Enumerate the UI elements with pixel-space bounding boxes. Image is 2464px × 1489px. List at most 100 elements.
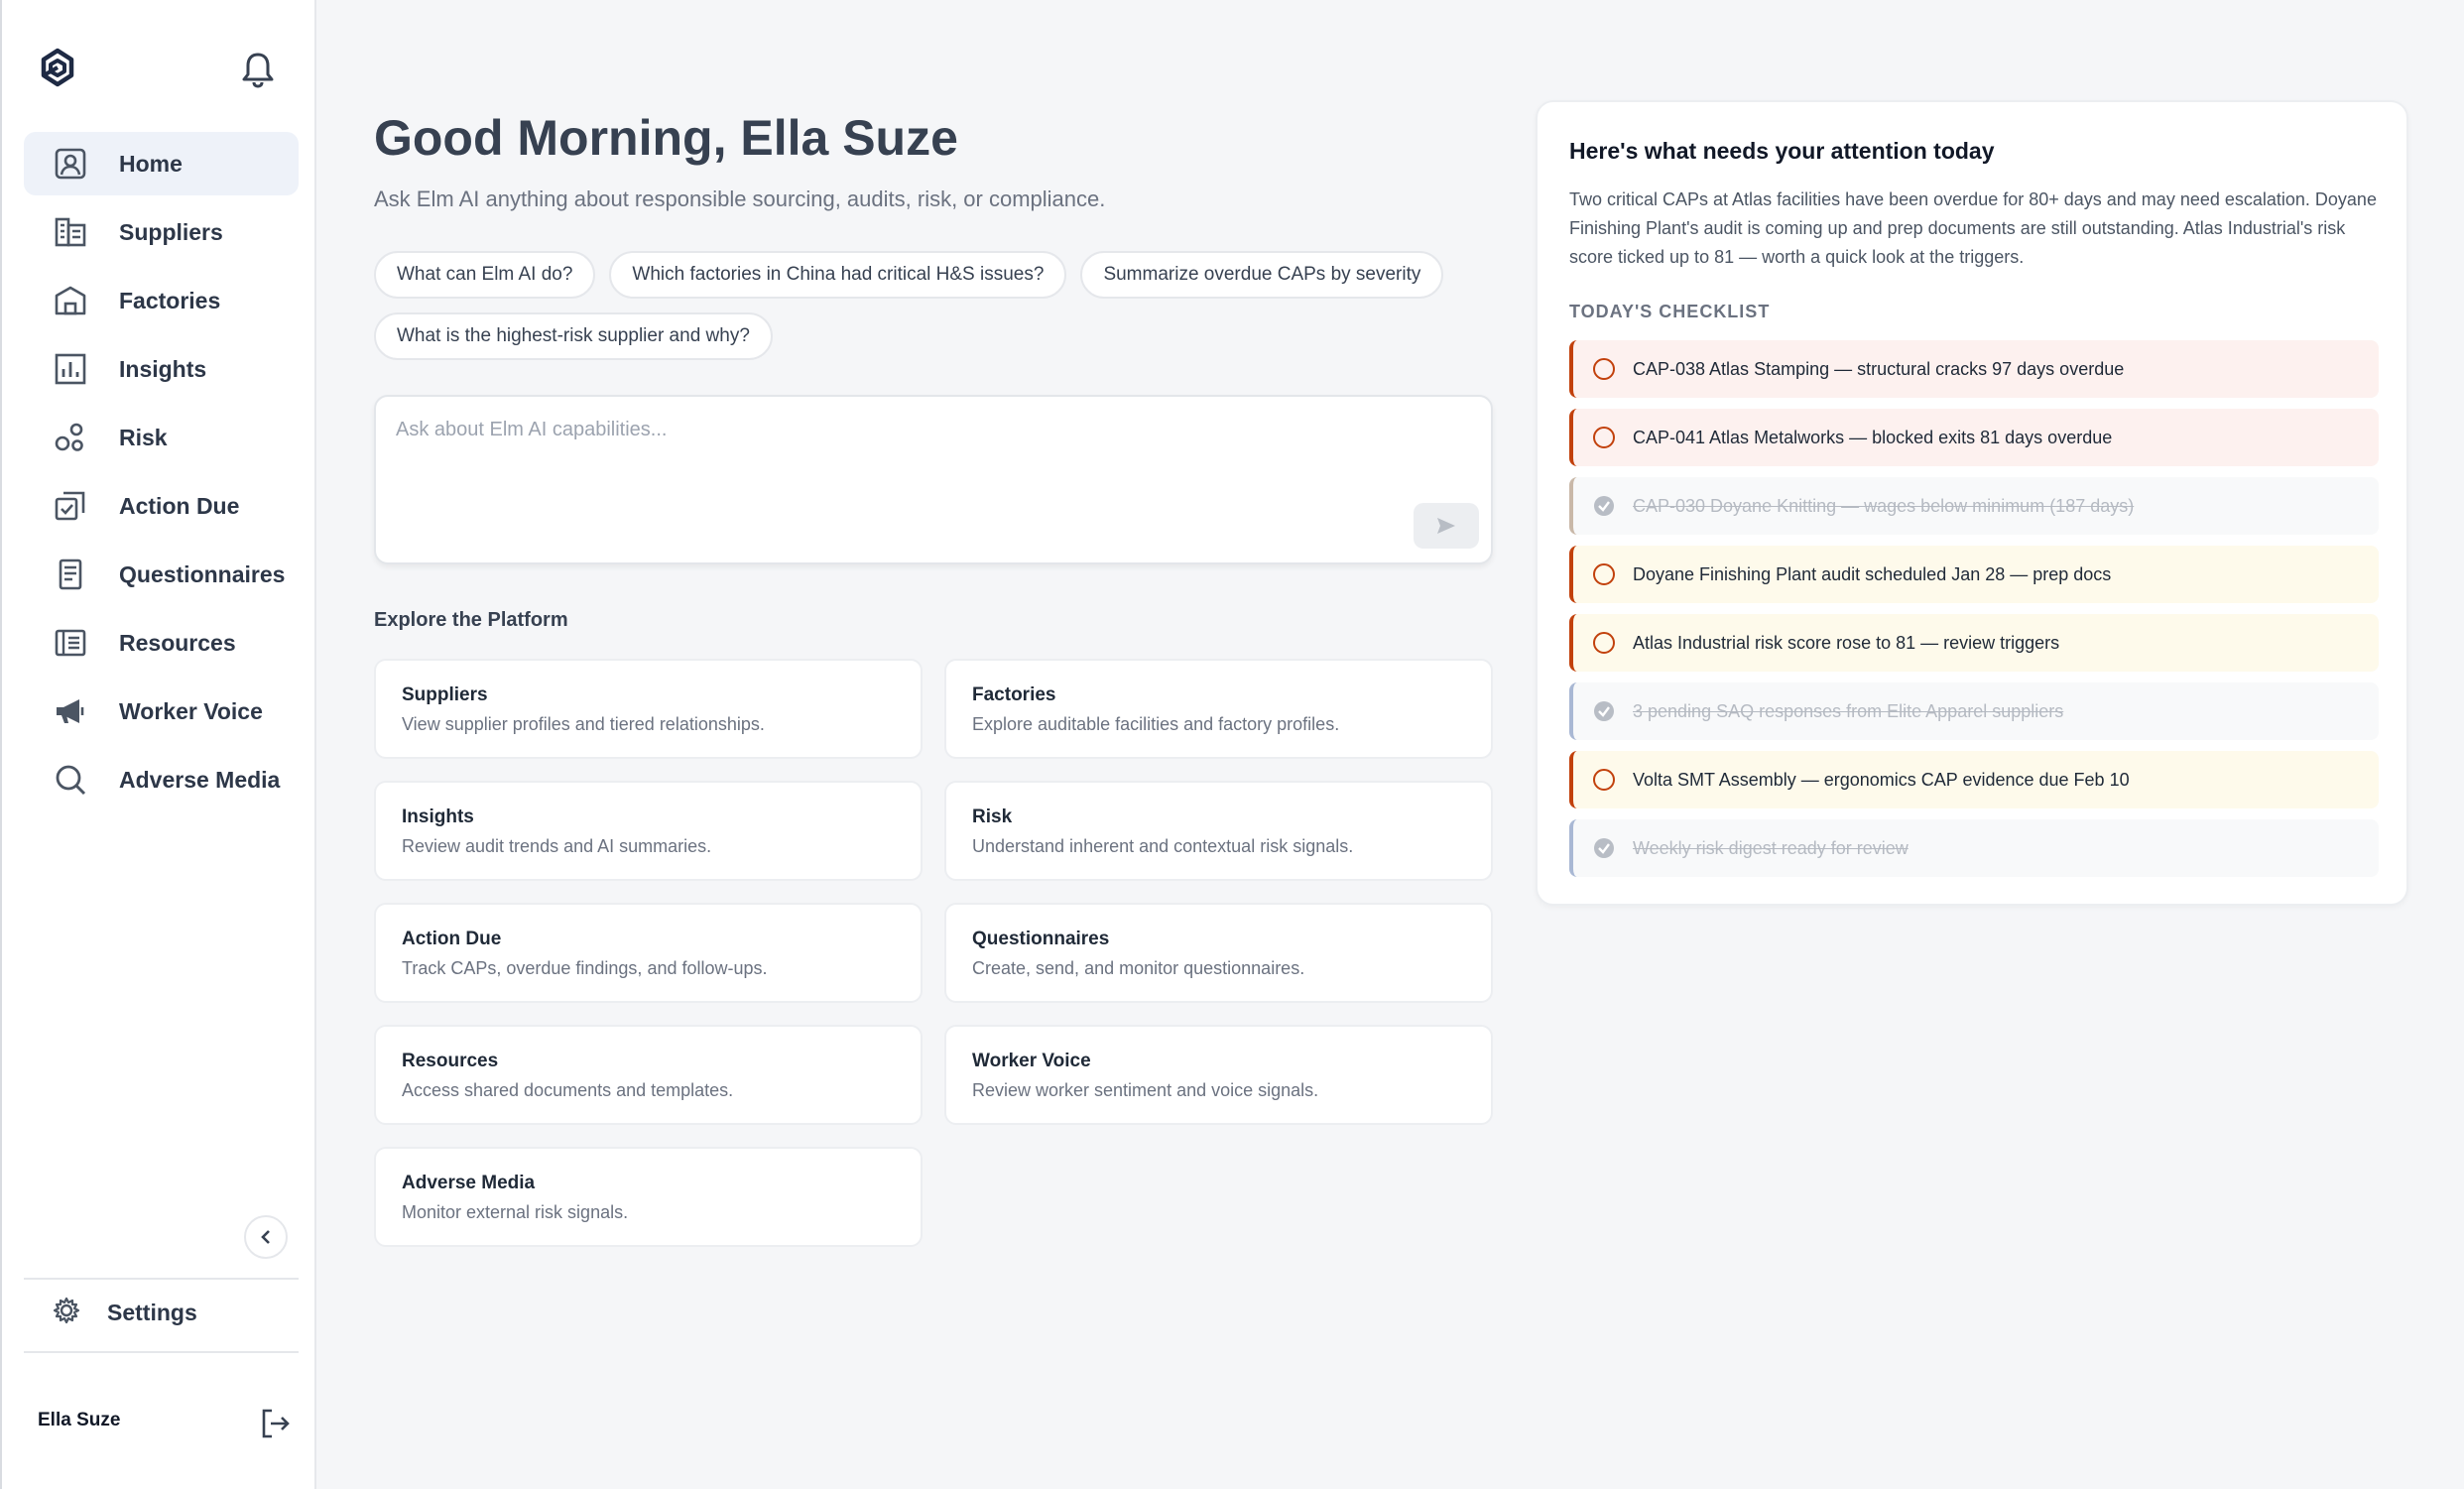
ask-input[interactable]: [396, 419, 1388, 441]
sidebar-item-label: Insights: [119, 355, 207, 382]
explore-title: Explore the Platform: [374, 609, 568, 631]
card-factories[interactable]: Factories Explore auditable facilities a…: [944, 659, 1493, 759]
card-insights[interactable]: Insights Review audit trends and AI summ…: [374, 781, 923, 881]
checklist-item-label: Weekly risk digest ready for review: [1633, 837, 1909, 858]
checklist-item[interactable]: 3 pending SAQ responses from Elite Appar…: [1569, 682, 2379, 740]
card-questionnaires[interactable]: Questionnaires Create, send, and monitor…: [944, 903, 1493, 1003]
sidebar: Home Suppliers Factories Insights Risk A…: [0, 0, 316, 1489]
chevron-left-icon: [261, 1230, 270, 1244]
card-description: Monitor external risk signals.: [402, 1202, 629, 1222]
checklist-item[interactable]: Atlas Industrial risk score rose to 81 —…: [1569, 614, 2379, 672]
ask-box: [374, 395, 1493, 564]
card-title: Resources: [402, 1051, 499, 1071]
sidebar-item-label: Action Due: [119, 492, 240, 519]
greeting-subtitle: Ask Elm AI anything about responsible so…: [374, 186, 1106, 211]
search-icon: [54, 763, 87, 797]
checkbox-circle-icon[interactable]: [1593, 769, 1615, 791]
card-worker-voice[interactable]: Worker Voice Review worker sentiment and…: [944, 1025, 1493, 1125]
action-due-icon: [54, 489, 87, 523]
sidebar-item-label: Factories: [119, 287, 221, 313]
suggestion-chip[interactable]: Which factories in China had critical H&…: [609, 251, 1067, 299]
card-suppliers[interactable]: Suppliers View supplier profiles and tie…: [374, 659, 923, 759]
questionnaire-icon: [54, 558, 87, 591]
sidebar-item-suppliers[interactable]: Suppliers: [24, 200, 299, 264]
card-description: View supplier profiles and tiered relati…: [402, 714, 765, 734]
suggestion-chip[interactable]: Summarize overdue CAPs by severity: [1080, 251, 1444, 299]
checklist-item[interactable]: Volta SMT Assembly — ergonomics CAP evid…: [1569, 751, 2379, 808]
checklist-item[interactable]: CAP-030 Doyane Knitting — wages below mi…: [1569, 477, 2379, 535]
card-risk[interactable]: Risk Understand inherent and contextual …: [944, 781, 1493, 881]
sidebar-item-questionnaires[interactable]: Questionnaires: [24, 543, 299, 606]
suggestion-chip[interactable]: What is the highest-risk supplier and wh…: [374, 312, 773, 360]
insights-icon: [54, 352, 87, 386]
checklist-item[interactable]: CAP-041 Atlas Metalworks — blocked exits…: [1569, 409, 2379, 466]
sidebar-item-label: Adverse Media: [119, 766, 281, 793]
sidebar-item-risk[interactable]: Risk: [24, 406, 299, 469]
risk-icon: [54, 421, 87, 454]
logo-icon[interactable]: [36, 46, 77, 89]
attention-title: Here's what needs your attention today: [1569, 138, 1995, 164]
settings-label: Settings: [107, 1300, 197, 1325]
checklist-item-label: CAP-030 Doyane Knitting — wages below mi…: [1633, 495, 2135, 516]
card-description: Track CAPs, overdue findings, and follow…: [402, 958, 768, 978]
check-circle-icon[interactable]: [1593, 495, 1615, 517]
checkbox-circle-icon[interactable]: [1593, 427, 1615, 448]
explore-cards: Suppliers View supplier profiles and tie…: [374, 659, 1493, 1247]
card-title: Risk: [972, 807, 1013, 827]
sidebar-item-resources[interactable]: Resources: [24, 611, 299, 675]
card-title: Suppliers: [402, 684, 488, 705]
sidebar-item-insights[interactable]: Insights: [24, 337, 299, 401]
sidebar-item-label: Home: [119, 150, 183, 177]
card-description: Understand inherent and contextual risk …: [972, 836, 1354, 856]
suggestion-chip[interactable]: What can Elm AI do?: [374, 251, 596, 299]
check-circle-icon[interactable]: [1593, 700, 1615, 722]
card-description: Review worker sentiment and voice signal…: [972, 1080, 1319, 1100]
checklist-item[interactable]: CAP-038 Atlas Stamping — structural crac…: [1569, 340, 2379, 398]
sidebar-nav: Home Suppliers Factories Insights Risk A…: [24, 132, 299, 816]
divider: [24, 1351, 299, 1353]
card-title: Action Due: [402, 929, 502, 949]
divider: [24, 1278, 299, 1280]
sidebar-item-label: Risk: [119, 424, 168, 450]
card-title: Questionnaires: [972, 929, 1110, 949]
checklist-item[interactable]: Weekly risk digest ready for review: [1569, 819, 2379, 877]
bell-icon[interactable]: [240, 50, 276, 89]
card-adverse-media[interactable]: Adverse Media Monitor external risk sign…: [374, 1147, 923, 1247]
sidebar-item-factories[interactable]: Factories: [24, 269, 299, 332]
check-circle-icon[interactable]: [1593, 837, 1615, 859]
megaphone-icon: [54, 694, 87, 728]
attention-summary: Two critical CAPs at Atlas facilities ha…: [1569, 189, 2377, 267]
collapse-sidebar-button[interactable]: [244, 1215, 288, 1259]
sidebar-item-adverse-media[interactable]: Adverse Media: [24, 748, 299, 811]
card-title: Factories: [972, 684, 1056, 705]
greeting-title: Good Morning, Ella Suze: [374, 110, 958, 166]
resources-icon: [54, 626, 87, 660]
card-action-due[interactable]: Action Due Track CAPs, overdue findings,…: [374, 903, 923, 1003]
attention-panel: Here's what needs your attention today T…: [1536, 100, 2408, 906]
home-icon: [54, 147, 87, 181]
sidebar-item-action-due[interactable]: Action Due: [24, 474, 299, 538]
checklist-item-label: Volta SMT Assembly — ergonomics CAP evid…: [1633, 769, 2130, 790]
card-resources[interactable]: Resources Access shared documents and te…: [374, 1025, 923, 1125]
checklist-title: TODAY'S CHECKLIST: [1569, 302, 1771, 321]
checklist-item-label: Atlas Industrial risk score rose to 81 —…: [1633, 632, 2060, 653]
sidebar-item-label: Worker Voice: [119, 697, 263, 724]
send-button[interactable]: [1414, 503, 1479, 549]
checklist-item-label: Doyane Finishing Plant audit scheduled J…: [1633, 563, 2112, 584]
checkbox-circle-icon[interactable]: [1593, 358, 1615, 380]
checkbox-circle-icon[interactable]: [1593, 563, 1615, 585]
checklist: CAP-038 Atlas Stamping — structural crac…: [1569, 340, 2379, 888]
card-title: Insights: [402, 807, 474, 827]
card-description: Create, send, and monitor questionnaires…: [972, 958, 1305, 978]
checklist-item[interactable]: Doyane Finishing Plant audit scheduled J…: [1569, 546, 2379, 603]
suggestion-chips: What can Elm AI do? Which factories in C…: [374, 251, 1493, 360]
logout-icon[interactable]: [258, 1407, 292, 1440]
checklist-item-label: CAP-038 Atlas Stamping — structural crac…: [1633, 358, 2125, 379]
sidebar-item-worker-voice[interactable]: Worker Voice: [24, 680, 299, 743]
checkbox-circle-icon[interactable]: [1593, 632, 1615, 654]
gear-icon: [52, 1296, 81, 1330]
sidebar-item-label: Resources: [119, 629, 236, 656]
sidebar-item-home[interactable]: Home: [24, 132, 299, 195]
checklist-item-label: CAP-041 Atlas Metalworks — blocked exits…: [1633, 427, 2113, 447]
sidebar-item-settings[interactable]: Settings: [52, 1296, 197, 1330]
